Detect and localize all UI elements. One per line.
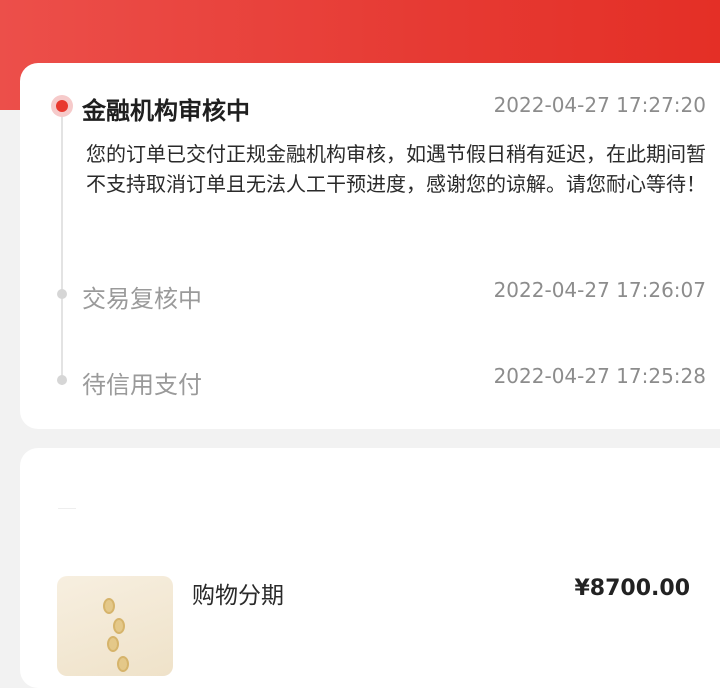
step-title-awaiting-payment: 待信用支付	[82, 371, 202, 399]
step-description: 您的订单已交付正规金融机构审核，如遇节假日稍有延迟，在此期间暂不支持取消订单且无…	[86, 142, 706, 196]
step-title-review: 金融机构审核中	[82, 97, 250, 125]
timeline-line	[61, 113, 63, 385]
product-price: ¥8700.00	[574, 576, 690, 601]
timeline-dot-icon	[57, 289, 67, 299]
product-card[interactable]: 购物分期 ¥8700.00	[20, 448, 720, 688]
step-time-awaiting-payment: 2022-04-27 17:25:28	[493, 364, 706, 388]
step-time-recheck: 2022-04-27 17:26:07	[493, 278, 706, 302]
product-name: 购物分期	[192, 583, 284, 609]
timeline-dot-icon	[57, 375, 67, 385]
coin-stack-icon	[57, 576, 173, 676]
order-status-card: 金融机构审核中 2022-04-27 17:27:20 您的订单已交付正规金融机…	[20, 63, 720, 429]
step-time-review: 2022-04-27 17:27:20	[493, 93, 706, 117]
divider	[58, 508, 76, 509]
step-title-recheck: 交易复核中	[82, 285, 202, 313]
timeline-dot-active-icon	[51, 95, 73, 117]
